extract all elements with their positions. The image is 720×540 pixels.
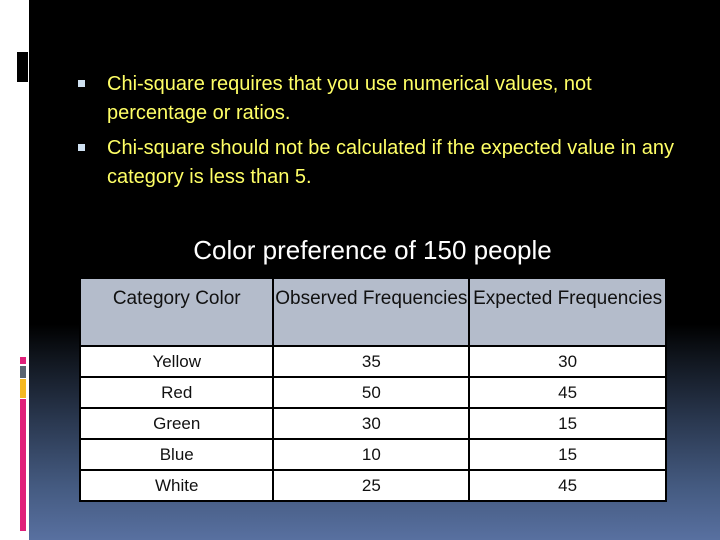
- header-observed: Observed Frequencies: [272, 277, 471, 347]
- cell-expected: 45: [468, 376, 667, 409]
- accent-bar-gray: [20, 366, 26, 378]
- cell-category: White: [78, 469, 275, 502]
- accent-bar-pink-top: [20, 357, 26, 364]
- table-header-row: Category Color Observed Frequencies Expe…: [78, 277, 667, 347]
- table-row: Red 50 45: [78, 376, 667, 409]
- cell-category: Blue: [78, 438, 275, 471]
- frequency-table: Category Color Observed Frequencies Expe…: [78, 277, 667, 502]
- header-expected: Expected Frequencies: [468, 277, 667, 347]
- cell-observed: 25: [272, 469, 471, 502]
- bullet-item: Chi-square requires that you use numeric…: [78, 70, 688, 128]
- table-row: White 25 45: [78, 469, 667, 502]
- left-decor-block: [17, 52, 28, 82]
- cell-observed: 50: [272, 376, 471, 409]
- bullet-text: Chi-square should not be calculated if t…: [107, 137, 675, 188]
- table-row: Yellow 35 30: [78, 345, 667, 378]
- cell-observed: 35: [272, 345, 471, 378]
- bullet-list: Chi-square requires that you use numeric…: [78, 70, 688, 198]
- square-bullet-icon: [78, 80, 85, 87]
- table-title: Color preference of 150 people: [193, 235, 552, 265]
- table-row: Green 30 15: [78, 407, 667, 440]
- bullet-text: Chi-square requires that you use numeric…: [107, 73, 592, 124]
- cell-observed: 10: [272, 438, 471, 471]
- header-category: Category Color: [78, 277, 275, 347]
- square-bullet-icon: [78, 144, 85, 151]
- accent-bar-yellow: [20, 379, 26, 398]
- cell-expected: 15: [468, 407, 667, 440]
- cell-observed: 30: [272, 407, 471, 440]
- cell-category: Red: [78, 376, 275, 409]
- cell-category: Green: [78, 407, 275, 440]
- cell-expected: 45: [468, 469, 667, 502]
- cell-expected: 30: [468, 345, 667, 378]
- bullet-item: Chi-square should not be calculated if t…: [78, 134, 688, 192]
- cell-expected: 15: [468, 438, 667, 471]
- table-row: Blue 10 15: [78, 438, 667, 471]
- cell-category: Yellow: [78, 345, 275, 378]
- accent-bar-pink-bottom: [20, 399, 26, 531]
